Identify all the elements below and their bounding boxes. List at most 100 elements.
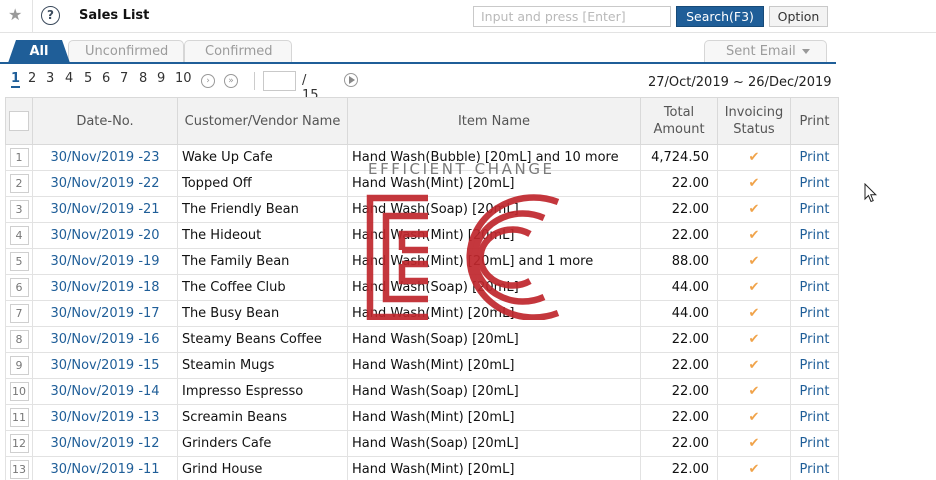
table-row[interactable]: 11 30/Nov/2019 -13 Screamin Beans Hand Wash… <box>5 404 839 431</box>
row-number[interactable]: 10 <box>5 378 33 405</box>
table-row[interactable]: 2 30/Nov/2019 -22 Topped Off Hand Wash(Mint… <box>5 170 839 197</box>
print-link[interactable]: Print <box>790 300 839 327</box>
date-no-link[interactable]: 30/Nov/2019 -11 <box>32 456 178 480</box>
chevron-right-icon[interactable]: › <box>201 74 215 88</box>
row-number[interactable]: 7 <box>5 300 33 327</box>
item-name: Hand Wash(Mint) [20mL] <box>347 456 641 480</box>
table-row[interactable]: 8 30/Nov/2019 -16 Steamy Beans Coffee Hand … <box>5 326 839 353</box>
top-bar: ★ ? Sales List Search(F3) Option <box>0 0 936 33</box>
date-no-link[interactable]: 30/Nov/2019 -20 <box>32 222 178 249</box>
row-checkbox[interactable]: 3 <box>9 200 29 219</box>
row-checkbox[interactable]: 1 <box>9 148 29 167</box>
table-row[interactable]: 13 30/Nov/2019 -11 Grind House Hand Wash(Mi… <box>5 456 839 480</box>
row-checkbox[interactable]: 2 <box>9 174 29 193</box>
page-link-8[interactable]: 8 <box>139 71 147 86</box>
print-link[interactable]: Print <box>790 352 839 379</box>
date-no-link[interactable]: 30/Nov/2019 -13 <box>32 404 178 431</box>
star-icon[interactable]: ★ <box>8 6 24 24</box>
print-link[interactable]: Print <box>790 404 839 431</box>
page-link-10[interactable]: 10 <box>175 71 192 86</box>
header-customer[interactable]: Customer/Vendor Name <box>177 97 348 145</box>
table-row[interactable]: 4 30/Nov/2019 -20 The Hideout Hand Wash(Min… <box>5 222 839 249</box>
item-name: Hand Wash(Mint) [20mL] <box>347 222 641 249</box>
header-status[interactable]: Invoicing Status <box>717 97 791 145</box>
table-row[interactable]: 1 30/Nov/2019 -23 Wake Up Cafe Hand Wash(Bu… <box>5 144 839 171</box>
print-link[interactable]: Print <box>790 196 839 223</box>
row-checkbox[interactable]: 5 <box>9 252 29 271</box>
date-no-link[interactable]: 30/Nov/2019 -17 <box>32 300 178 327</box>
row-number[interactable]: 8 <box>5 326 33 353</box>
sent-email-dropdown[interactable]: Sent Email <box>704 40 827 63</box>
print-link[interactable]: Print <box>790 274 839 301</box>
print-link[interactable]: Print <box>790 170 839 197</box>
page-link-6[interactable]: 6 <box>102 71 110 86</box>
page-link-4[interactable]: 4 <box>65 71 73 86</box>
row-checkbox[interactable]: 12 <box>9 434 29 453</box>
row-checkbox[interactable]: 6 <box>9 278 29 297</box>
table-row[interactable]: 5 30/Nov/2019 -19 The Family Bean Hand Wash… <box>5 248 839 275</box>
date-no-link[interactable]: 30/Nov/2019 -14 <box>32 378 178 405</box>
table-row[interactable]: 3 30/Nov/2019 -21 The Friendly Bean Hand Wa… <box>5 196 839 223</box>
row-checkbox[interactable]: 4 <box>9 226 29 245</box>
row-number[interactable]: 12 <box>5 430 33 457</box>
page-link-7[interactable]: 7 <box>120 71 128 86</box>
table-row[interactable]: 7 30/Nov/2019 -17 The Busy Bean Hand Wash(M… <box>5 300 839 327</box>
play-icon[interactable] <box>344 73 358 87</box>
date-no-link[interactable]: 30/Nov/2019 -22 <box>32 170 178 197</box>
option-button[interactable]: Option <box>769 6 828 27</box>
page-link-3[interactable]: 3 <box>46 71 54 86</box>
page-link-1[interactable]: 1 <box>11 71 21 88</box>
tab-unconfirmed-label[interactable]: Unconfirmed <box>85 44 168 59</box>
help-icon[interactable]: ? <box>41 6 60 25</box>
table-row[interactable]: 12 30/Nov/2019 -12 Grinders Cafe Hand Wash(… <box>5 430 839 457</box>
header-total-line2: Amount <box>653 122 705 137</box>
double-chevron-right-icon[interactable]: » <box>224 74 238 88</box>
page-link-5[interactable]: 5 <box>84 71 92 86</box>
header-date-no[interactable]: Date-No. <box>32 97 178 145</box>
table-row[interactable]: 6 30/Nov/2019 -18 The Coffee Club Hand Wash… <box>5 274 839 301</box>
page-link-9[interactable]: 9 <box>157 71 165 86</box>
print-link[interactable]: Print <box>790 430 839 457</box>
print-link[interactable]: Print <box>790 456 839 480</box>
row-number[interactable]: 13 <box>5 456 33 480</box>
header-total[interactable]: Total Amount <box>640 97 718 145</box>
date-no-link[interactable]: 30/Nov/2019 -23 <box>32 144 178 171</box>
divider <box>254 72 255 90</box>
print-link[interactable]: Print <box>790 248 839 275</box>
tab-all[interactable]: All <box>8 40 70 63</box>
date-no-link[interactable]: 30/Nov/2019 -16 <box>32 326 178 353</box>
row-number[interactable]: 3 <box>5 196 33 223</box>
row-checkbox[interactable]: 10 <box>9 382 29 401</box>
search-button[interactable]: Search(F3) <box>676 6 764 27</box>
row-number[interactable]: 2 <box>5 170 33 197</box>
row-checkbox[interactable]: 9 <box>9 356 29 375</box>
table-row[interactable]: 10 30/Nov/2019 -14 Impresso Espresso Hand W… <box>5 378 839 405</box>
row-number[interactable]: 1 <box>5 144 33 171</box>
search-input[interactable] <box>473 6 671 27</box>
date-no-link[interactable]: 30/Nov/2019 -21 <box>32 196 178 223</box>
check-icon: ✔ <box>717 196 791 223</box>
tab-confirmed-label[interactable]: Confirmed <box>205 44 273 59</box>
row-number[interactable]: 9 <box>5 352 33 379</box>
row-checkbox[interactable]: 11 <box>9 408 29 427</box>
row-checkbox[interactable]: 8 <box>9 330 29 349</box>
date-no-link[interactable]: 30/Nov/2019 -12 <box>32 430 178 457</box>
page-number-input[interactable] <box>263 71 296 91</box>
print-link[interactable]: Print <box>790 378 839 405</box>
date-no-link[interactable]: 30/Nov/2019 -19 <box>32 248 178 275</box>
date-no-link[interactable]: 30/Nov/2019 -15 <box>32 352 178 379</box>
row-number[interactable]: 5 <box>5 248 33 275</box>
row-number[interactable]: 4 <box>5 222 33 249</box>
date-no-link[interactable]: 30/Nov/2019 -18 <box>32 274 178 301</box>
header-item[interactable]: Item Name <box>347 97 641 145</box>
row-number[interactable]: 6 <box>5 274 33 301</box>
row-number[interactable]: 11 <box>5 404 33 431</box>
row-checkbox[interactable]: 7 <box>9 304 29 323</box>
page-link-2[interactable]: 2 <box>28 71 36 86</box>
print-link[interactable]: Print <box>790 222 839 249</box>
table-row[interactable]: 9 30/Nov/2019 -15 Steamin Mugs Hand Wash(Mi… <box>5 352 839 379</box>
print-link[interactable]: Print <box>790 144 839 171</box>
select-all-checkbox[interactable] <box>9 111 29 131</box>
row-checkbox[interactable]: 13 <box>9 460 29 479</box>
print-link[interactable]: Print <box>790 326 839 353</box>
